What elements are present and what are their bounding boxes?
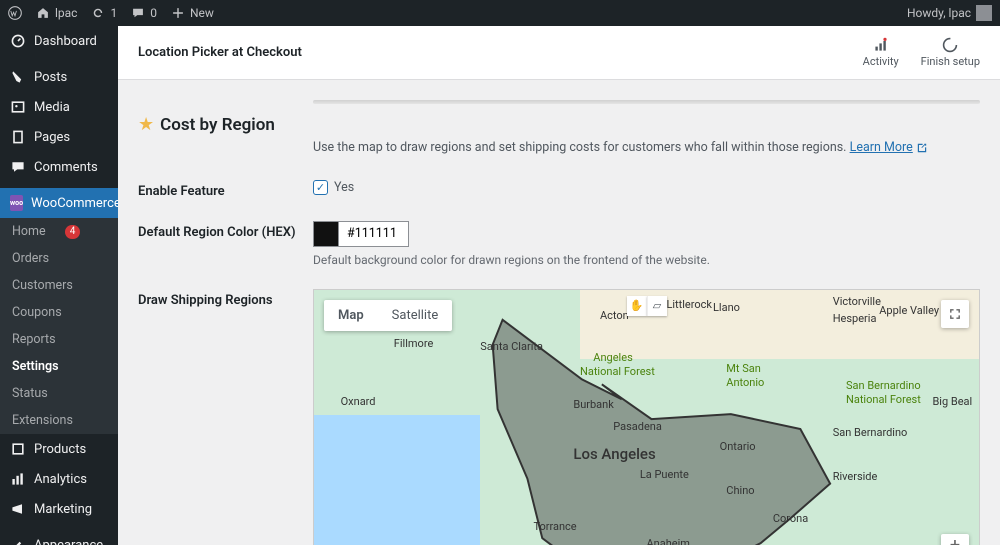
site-home[interactable]: lpac	[36, 6, 77, 20]
activity-button[interactable]: Activity	[863, 37, 899, 68]
finish-setup-button[interactable]: Finish setup	[921, 37, 980, 68]
page-header: Location Picker at Checkout Activity Fin…	[118, 26, 1000, 80]
updates-count: 1	[110, 6, 117, 20]
comments-link[interactable]: 0	[131, 6, 157, 20]
sidebar-woocommerce[interactable]: wooWooCommerce	[0, 188, 118, 218]
new-label: New	[190, 6, 214, 20]
enable-feature-checkbox[interactable]: ✓	[313, 180, 328, 195]
enable-feature-label: Enable Feature	[138, 180, 313, 199]
sidebar-products[interactable]: Products	[0, 434, 118, 464]
updates-link[interactable]: 1	[91, 6, 117, 20]
admin-sidebar: Dashboard Posts Media Pages Comments woo…	[0, 26, 118, 545]
sidebar-appearance[interactable]: Appearance	[0, 530, 118, 545]
color-input[interactable]	[339, 221, 409, 247]
color-help-text: Default background color for drawn regio…	[313, 253, 980, 267]
sidebar-posts[interactable]: Posts	[0, 62, 118, 92]
enable-feature-value: Yes	[334, 180, 354, 195]
home-badge: 4	[65, 225, 81, 239]
comments-count: 0	[150, 6, 157, 20]
region-color-label: Default Region Color (HEX)	[138, 221, 313, 240]
new-link[interactable]: New	[171, 6, 214, 20]
sidebar-woo-orders[interactable]: Orders	[0, 245, 118, 272]
sidebar-woo-extensions[interactable]: Extensions	[0, 407, 118, 434]
learn-more-link[interactable]: Learn More	[850, 139, 928, 158]
sidebar-woo-status[interactable]: Status	[0, 380, 118, 407]
sidebar-woo-coupons[interactable]: Coupons	[0, 299, 118, 326]
sidebar-comments[interactable]: Comments	[0, 152, 118, 182]
collapsed-strip	[313, 100, 980, 104]
sidebar-marketing[interactable]: Marketing	[0, 494, 118, 524]
sidebar-dashboard[interactable]: Dashboard	[0, 26, 118, 56]
page-title: Location Picker at Checkout	[138, 45, 302, 60]
howdy-text: Howdy, lpac	[907, 6, 971, 20]
map-zoom-in[interactable]: +	[941, 534, 969, 545]
map[interactable]: Los Angeles San Bernardino Riverside Lon…	[313, 289, 980, 545]
sidebar-woo-reports[interactable]: Reports	[0, 326, 118, 353]
star-icon: ★	[138, 114, 154, 135]
color-swatch[interactable]	[313, 221, 339, 247]
sidebar-media[interactable]: Media	[0, 92, 118, 122]
woo-icon: woo	[10, 195, 23, 211]
map-tab-satellite[interactable]: Satellite	[378, 300, 453, 331]
site-name: lpac	[55, 6, 77, 20]
map-tool-hand[interactable]: ✋	[627, 296, 647, 316]
section-description: Use the map to draw regions and set ship…	[313, 140, 846, 155]
avatar	[976, 5, 992, 21]
section-heading: Cost by Region	[160, 115, 275, 135]
sidebar-pages[interactable]: Pages	[0, 122, 118, 152]
map-tab-map[interactable]: Map	[324, 300, 378, 331]
wp-logo[interactable]	[8, 6, 22, 20]
map-tool-polygon[interactable]: ▱	[647, 296, 667, 316]
sidebar-woo-customers[interactable]: Customers	[0, 272, 118, 299]
draw-regions-label: Draw Shipping Regions	[138, 289, 313, 308]
map-fullscreen-button[interactable]	[941, 300, 969, 328]
user-account[interactable]: Howdy, lpac	[907, 5, 992, 21]
sidebar-woo-home[interactable]: Home 4	[0, 218, 118, 245]
sidebar-analytics[interactable]: Analytics	[0, 464, 118, 494]
sidebar-woo-settings[interactable]: Settings	[0, 353, 118, 380]
